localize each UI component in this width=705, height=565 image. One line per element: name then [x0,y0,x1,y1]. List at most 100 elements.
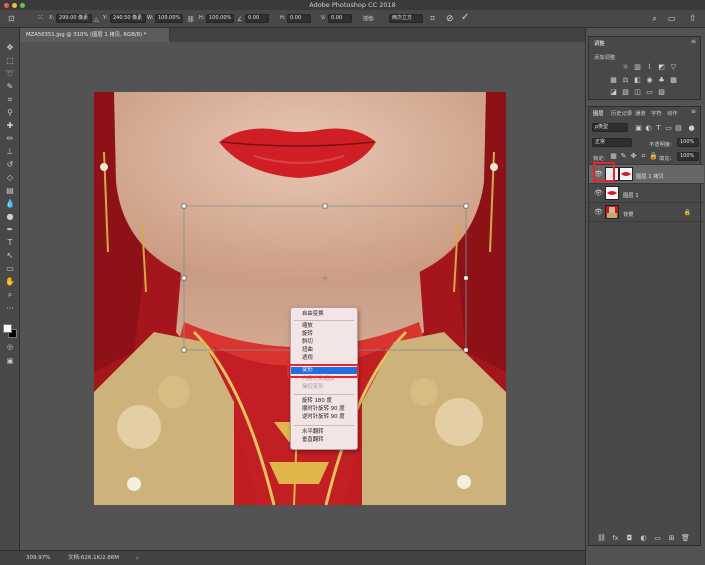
history-brush-tool-icon[interactable]: ↺ [4,159,16,170]
delete-layer-icon[interactable]: 🗑 [681,535,690,542]
hand-tool-icon[interactable]: ✋ [4,276,16,287]
cancel-transform-icon[interactable]: ⊘ [446,14,454,24]
warp-mode-icon[interactable]: ⌗ [430,14,435,24]
dodge-tool-icon[interactable]: ● [4,211,16,222]
filter-toggle-icon[interactable]: ● [687,125,696,132]
menu-item-skew[interactable]: 斜切 [291,339,357,346]
horizontal-skew-field[interactable]: 0.00 [287,14,311,23]
eraser-tool-icon[interactable]: ◇ [4,172,16,183]
layer-name[interactable]: 图层 1 [623,191,639,199]
menu-item-flip-horizontal[interactable]: 水平翻转 [291,429,357,436]
filter-type-icon[interactable]: T [654,125,663,132]
gradient-tool-icon[interactable]: ▤ [4,185,16,196]
lock-artboard-icon[interactable]: ⌗ [639,153,648,160]
shape-tool-icon[interactable]: ▭ [4,263,16,274]
type-tool-icon[interactable]: T [4,237,16,248]
pen-tool-icon[interactable]: ✒ [4,224,16,235]
gradient-map-icon[interactable]: ▭ [645,89,654,96]
close-window-button[interactable] [4,3,9,8]
move-tool-icon[interactable]: ✥ [4,42,16,53]
delta-icon[interactable]: △ [94,15,99,25]
lock-transparent-icon[interactable]: ▦ [609,153,618,160]
layer-row[interactable]: 👁 图层 1 [589,183,704,202]
layer-name[interactable]: 背景 [623,210,634,218]
panel-menu-icon[interactable]: ≡ [691,38,696,45]
document-info[interactable]: 文档:626.1K/2.86M [68,551,119,565]
lasso-tool-icon[interactable]: ➰ [4,68,16,79]
eyedropper-tool-icon[interactable]: ⚲ [4,107,16,118]
add-mask-icon[interactable]: ◘ [625,535,634,542]
levels-icon[interactable]: ▥ [633,64,642,71]
lock-all-icon[interactable]: 🔒 [649,153,658,160]
y-position-field[interactable]: 240.50 像素 [110,14,146,23]
visibility-eye-icon[interactable]: 👁 [594,209,603,216]
black-white-icon[interactable]: ◧ [633,77,642,84]
brush-tool-icon[interactable]: ✏ [4,133,16,144]
layer-row[interactable]: 👁 背景 🔒 [589,202,704,221]
quick-mask-icon[interactable]: ◎ [4,342,16,353]
menu-item-distort[interactable]: 扭曲 [291,347,357,354]
color-balance-icon[interactable]: ⚖ [621,77,630,84]
menu-item-flip-vertical[interactable]: 垂直翻转 [291,437,357,444]
posterize-icon[interactable]: ▧ [621,89,630,96]
minimize-window-button[interactable] [12,3,17,8]
color-lookup-icon[interactable]: ▩ [669,77,678,84]
tab-adjustments[interactable]: 调整 [594,39,605,47]
document-tab[interactable]: MZA50351.jpg @ 310% (图层 1 拷贝, RGB/8) * [20,28,170,42]
crop-tool-icon[interactable]: ⌗ [4,94,16,105]
tab-layers[interactable]: 图层 [593,109,604,117]
new-adjustment-layer-icon[interactable]: ◐ [639,535,648,542]
search-icon[interactable]: ⌕ [652,14,657,24]
link-icon[interactable]: ⛓ [187,15,195,25]
filter-shape-icon[interactable]: ▭ [664,125,673,132]
x-position-field[interactable]: 299.00 像素 [56,14,92,23]
exposure-icon[interactable]: ◩ [657,64,666,71]
layer-style-icon[interactable]: fx [611,535,620,542]
tab-actions[interactable]: 动作 [667,109,678,117]
workspace-icon[interactable]: ▭ [668,14,676,24]
path-select-tool-icon[interactable]: ↖ [4,250,16,261]
photo-filter-icon[interactable]: ◉ [645,77,654,84]
visibility-eye-icon[interactable]: 👁 [594,190,603,197]
commit-transform-icon[interactable]: ✓ [461,13,469,23]
height-field[interactable]: 100.00% [206,14,234,23]
curves-icon[interactable]: ⌇ [645,64,654,71]
brightness-icon[interactable]: ☼ [621,64,630,71]
layer-name[interactable]: 图层 1 拷贝 [636,172,664,180]
new-group-icon[interactable]: ▭ [653,535,662,542]
width-field[interactable]: 100.00% [155,14,183,23]
menu-item-rotate[interactable]: 旋转 [291,331,357,338]
healing-brush-tool-icon[interactable]: ✚ [4,120,16,131]
new-layer-icon[interactable]: ⊞ [667,535,676,542]
lock-image-icon[interactable]: ✎ [619,153,628,160]
blur-tool-icon[interactable]: 💧 [4,198,16,209]
transform-tool-preset-icon[interactable]: ⊡ [8,14,15,24]
panel-menu-icon[interactable]: ≡ [691,108,696,115]
status-menu-arrow-icon[interactable]: › [136,551,138,565]
menu-item-free-transform[interactable]: 自由变换 [291,311,357,318]
tab-channels[interactable]: 通道 [635,109,646,117]
invert-icon[interactable]: ◪ [609,89,618,96]
menu-item-scale[interactable]: 缩放 [291,323,357,330]
zoom-window-button[interactable] [20,3,25,8]
canvas-area[interactable] [20,42,585,550]
menu-item-rotate-90-ccw[interactable]: 逆时针旋转 90 度 [291,414,357,421]
marquee-tool-icon[interactable]: ⬚ [4,55,16,66]
quick-select-tool-icon[interactable]: ✎ [4,81,16,92]
threshold-icon[interactable]: ◫ [633,89,642,96]
opacity-field[interactable]: 100% [677,138,699,147]
reference-point-icon[interactable]: ⁙ [37,13,44,23]
blend-mode-select[interactable]: 正常 [592,138,632,147]
menu-item-rotate-90-cw[interactable]: 顺时针旋转 90 度 [291,406,357,413]
vertical-skew-field[interactable]: 0.00 [328,14,352,23]
more-tools-icon[interactable]: ··· [4,303,16,314]
interpolation-select[interactable]: 两次立方 [389,14,423,23]
menu-item-perspective[interactable]: 透视 [291,355,357,362]
fill-field[interactable]: 100% [677,152,699,161]
menu-item-rotate-180[interactable]: 旋转 180 度 [291,398,357,405]
tab-history[interactable]: 历史记录 [611,109,632,117]
filter-pixel-icon[interactable]: ▣ [634,125,643,132]
link-layers-icon[interactable]: ⛓ [597,535,606,542]
clone-stamp-tool-icon[interactable]: ⊥ [4,146,16,157]
screen-mode-icon[interactable]: ▣ [4,356,16,367]
